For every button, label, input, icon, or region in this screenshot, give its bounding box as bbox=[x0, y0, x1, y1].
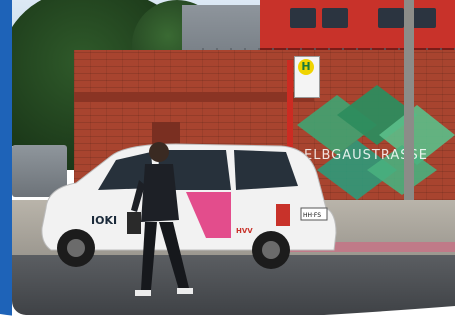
wall-ledge bbox=[74, 92, 314, 102]
train-window bbox=[290, 8, 316, 28]
train-window bbox=[322, 8, 348, 28]
train-window bbox=[378, 8, 404, 28]
taxi-brand-logo: IOKI bbox=[91, 214, 117, 227]
red-train bbox=[260, 0, 455, 54]
bottom-wave bbox=[0, 306, 455, 332]
photo-frame: ELBGAUSTRASSE H HH·FS IOKI HVV bbox=[0, 0, 455, 332]
pedestrian bbox=[127, 142, 193, 296]
hvv-logo: HVV bbox=[236, 227, 253, 235]
blue-accent-bar bbox=[0, 0, 12, 332]
street-scene-photo: ELBGAUSTRASSE H HH·FS IOKI HVV bbox=[12, 0, 455, 315]
h-stop-badge: H bbox=[298, 59, 314, 75]
license-plate: HH·FS bbox=[303, 212, 321, 219]
